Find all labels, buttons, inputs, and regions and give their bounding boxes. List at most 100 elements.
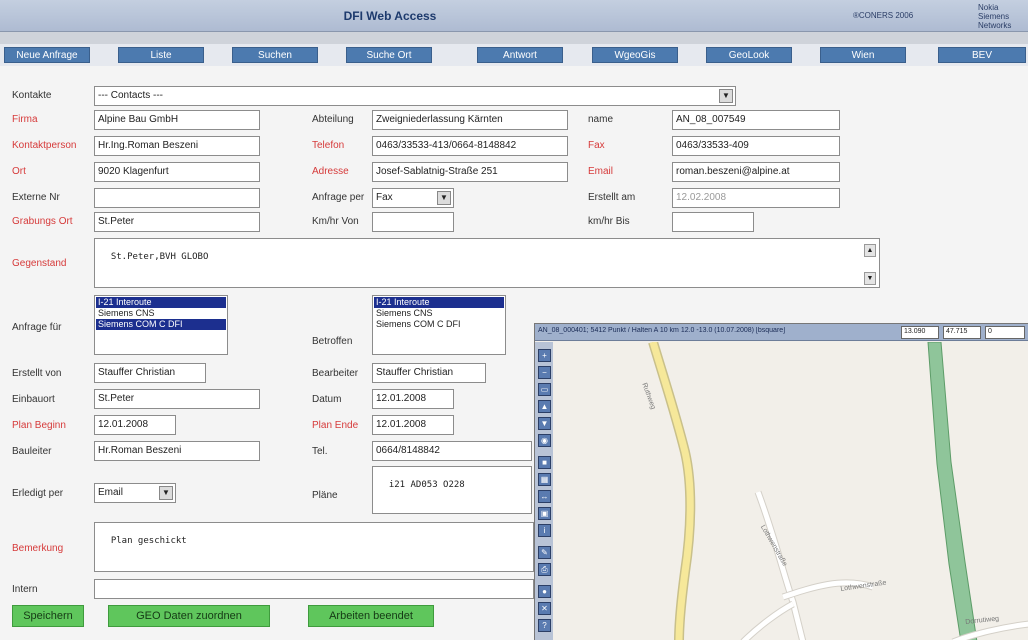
plaene-label: Pläne (312, 490, 338, 501)
measure-icon[interactable]: ↔ (538, 490, 551, 503)
email-input[interactable]: roman.beszeni@alpine.at (672, 162, 840, 182)
title-bar: DFI Web Access ®CONERS 2006 Nokia Siemen… (0, 0, 1028, 32)
erstellt-am-input[interactable]: 12.02.2008 (672, 188, 840, 208)
scroll-down-icon[interactable]: ▼ (864, 272, 876, 285)
nav-geolook[interactable]: GeoLook (706, 47, 792, 63)
layer-icon[interactable]: ■ (538, 456, 551, 469)
anfrage-fuer-option[interactable]: I-21 Interoute (96, 297, 226, 308)
einbauort-input[interactable]: St.Peter (94, 389, 260, 409)
map-window: AN_08_000401; 5412 Punkt / Halten A 10 k… (534, 323, 1028, 640)
delete-icon[interactable]: ✕ (538, 602, 551, 615)
name-label: name (588, 114, 614, 125)
erledigt-per-select[interactable]: Email ▼ (94, 483, 176, 503)
firma-label: Firma (12, 114, 38, 125)
chevron-down-icon: ▼ (719, 89, 733, 103)
nav-liste[interactable]: Liste (118, 47, 204, 63)
kmhr-von-input[interactable] (372, 212, 454, 232)
bauleiter-input[interactable]: Hr.Roman Beszeni (94, 441, 260, 461)
nav-antwort[interactable]: Antwort (477, 47, 563, 63)
betroffen-label: Betroffen (312, 336, 353, 347)
nav-suche-ort[interactable]: Suche Ort (346, 47, 432, 63)
abteilung-label: Abteilung (312, 114, 354, 125)
bemerkung-label: Bemerkung (12, 543, 64, 554)
kmhr-bis-input[interactable] (672, 212, 754, 232)
zoom-box-icon[interactable]: ▭ (538, 383, 551, 396)
gegenstand-label: Gegenstand (12, 258, 67, 269)
select-icon[interactable]: ▣ (538, 507, 551, 520)
grid-icon[interactable]: ▦ (538, 473, 551, 486)
bemerkung-textarea[interactable]: Plan geschickt (94, 522, 534, 572)
externe-nr-label: Externe Nr (12, 192, 60, 203)
kmhr-von-label: Km/hr Von (312, 216, 359, 227)
nav-bev[interactable]: BEV (938, 47, 1026, 63)
adresse-label: Adresse (312, 166, 349, 177)
nav-suchen[interactable]: Suchen (232, 47, 318, 63)
intern-label: Intern (12, 584, 38, 595)
anfrage-per-value: Fax (376, 192, 393, 203)
chevron-down-icon: ▼ (159, 486, 173, 500)
gegenstand-textarea[interactable]: St.Peter,BVH GLOBO (94, 238, 880, 288)
nav-neue-anfrage[interactable]: Neue Anfrage (4, 47, 90, 63)
map-toolbar: + − ▭ ▲ ▼ ◉ ■ ▦ ↔ ▣ i ✎ ⎙ ● ✕ ? (535, 342, 553, 640)
zoom-out-icon[interactable]: − (538, 366, 551, 379)
plan-beginn-label: Plan Beginn (12, 420, 66, 431)
info-icon[interactable]: i (538, 524, 551, 537)
tel-input[interactable]: 0664/8148842 (372, 441, 532, 461)
vendor-logo: Nokia Siemens Networks (978, 3, 1012, 30)
bemerkung-text: Plan geschickt (110, 536, 187, 546)
plaene-textarea[interactable]: i21 AD053 O228 (372, 466, 532, 514)
finish-work-button[interactable]: Arbeiten beendet (308, 605, 434, 627)
firma-input[interactable]: Alpine Bau GmbH (94, 110, 260, 130)
geo-data-button[interactable]: GEO Daten zuordnen (108, 605, 270, 627)
anfrage-fuer-option[interactable]: Siemens COM C DFI (96, 319, 226, 330)
plan-ende-input[interactable]: 12.01.2008 (372, 415, 454, 435)
kontakte-value: --- Contacts --- (98, 90, 163, 101)
gegenstand-text: St.Peter,BVH GLOBO (110, 252, 209, 262)
betroffen-option[interactable]: Siemens COM C DFI (374, 319, 504, 330)
intern-input[interactable] (94, 579, 534, 599)
scroll-up-icon[interactable]: ▲ (864, 244, 876, 257)
elevation-field[interactable]: 0 (985, 326, 1025, 339)
anfrage-fuer-option[interactable]: Siemens CNS (96, 308, 226, 319)
plan-beginn-input[interactable]: 12.01.2008 (94, 415, 176, 435)
betroffen-option[interactable]: Siemens CNS (374, 308, 504, 319)
map-canvas[interactable] (553, 342, 1028, 640)
kontakte-select[interactable]: --- Contacts --- ▼ (94, 86, 736, 106)
app-title: DFI Web Access (343, 9, 437, 23)
nav-wien[interactable]: Wien (820, 47, 906, 63)
pan-up-icon[interactable]: ▲ (538, 400, 551, 413)
kontaktperson-input[interactable]: Hr.Ing.Roman Beszeni (94, 136, 260, 156)
plaene-text: i21 AD053 O228 (388, 480, 465, 490)
save-button[interactable]: Speichern (12, 605, 84, 627)
erstellt-am-label: Erstellt am (588, 192, 636, 203)
fax-input[interactable]: 0463/33533-409 (672, 136, 840, 156)
telefon-input[interactable]: 0463/33533-413/0664-8148842 (372, 136, 568, 156)
adresse-input[interactable]: Josef-Sablatnig-Straße 251 (372, 162, 568, 182)
betroffen-listbox[interactable]: I-21 Interoute Siemens CNS Siemens COM C… (372, 295, 506, 355)
name-input[interactable]: AN_08_007549 (672, 110, 840, 130)
datum-input[interactable]: 12.01.2008 (372, 389, 454, 409)
kmhr-bis-label: km/hr Bis (588, 216, 630, 227)
pan-down-icon[interactable]: ▼ (538, 417, 551, 430)
anfrage-fuer-listbox[interactable]: I-21 Interoute Siemens CNS Siemens COM C… (94, 295, 228, 355)
datum-label: Datum (312, 394, 342, 405)
tel-label: Tel. (312, 446, 328, 457)
nav-wgeogis[interactable]: WgeoGis (592, 47, 678, 63)
anfrage-per-select[interactable]: Fax ▼ (372, 188, 454, 208)
grabungs-ort-input[interactable]: St.Peter (94, 212, 260, 232)
betroffen-option[interactable]: I-21 Interoute (374, 297, 504, 308)
externe-nr-input[interactable] (94, 188, 260, 208)
abteilung-input[interactable]: Zweigniederlassung Kärnten (372, 110, 568, 130)
map-title: AN_08_000401; 5412 Punkt / Halten A 10 k… (538, 327, 786, 334)
zoom-in-icon[interactable]: + (538, 349, 551, 362)
erstellt-von-input[interactable]: Stauffer Christian (94, 363, 206, 383)
marker-icon[interactable]: ● (538, 585, 551, 598)
print-icon[interactable]: ⎙ (538, 563, 551, 576)
bearbeiter-input[interactable]: Stauffer Christian (372, 363, 486, 383)
latitude-field[interactable]: 47.715 (943, 326, 981, 339)
edit-icon[interactable]: ✎ (538, 546, 551, 559)
view-icon[interactable]: ◉ (538, 434, 551, 447)
longitude-field[interactable]: 13.090 (901, 326, 939, 339)
help-icon[interactable]: ? (538, 619, 551, 632)
ort-input[interactable]: 9020 Klagenfurt (94, 162, 260, 182)
